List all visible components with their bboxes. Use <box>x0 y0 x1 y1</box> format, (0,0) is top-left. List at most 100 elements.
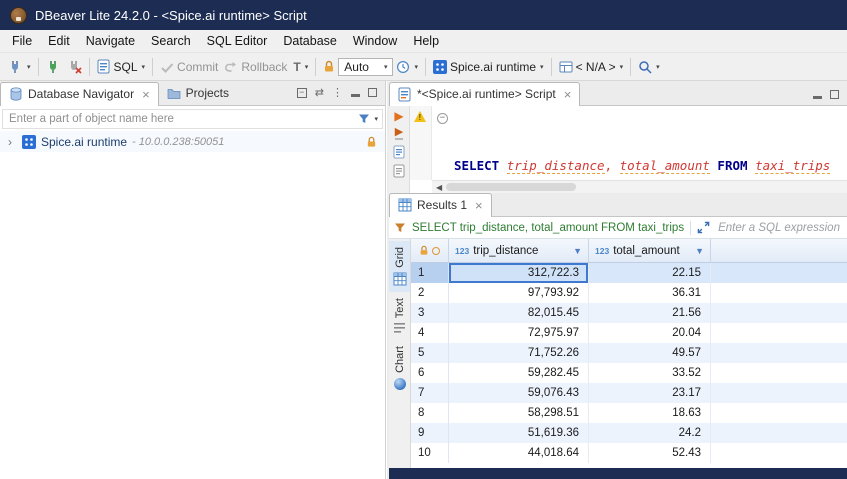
cell-total-amount[interactable]: 23.17 <box>589 383 711 403</box>
filter-funnel-icon[interactable] <box>358 113 370 125</box>
active-connection-selector[interactable]: Spice.ai runtime ▾ <box>430 58 547 76</box>
sort-icon[interactable]: ▼ <box>695 246 704 256</box>
cell-total-amount[interactable]: 21.56 <box>589 303 711 323</box>
row-number[interactable]: 2 <box>411 283 449 303</box>
tree-item-spiceai-runtime[interactable]: › Spice.ai runtime - 10.0.0.238:50051 <box>0 131 385 152</box>
cell-trip-distance[interactable]: 71,752.26 <box>449 343 589 363</box>
cell-total-amount[interactable]: 24.2 <box>589 423 711 443</box>
cell-trip-distance[interactable]: 72,975.97 <box>449 323 589 343</box>
tab-sql-script[interactable]: *<Spice.ai runtime> Script × <box>389 82 580 106</box>
table-row[interactable]: 5 71,752.26 49.57 <box>411 343 847 363</box>
cell-trip-distance[interactable]: 59,076.43 <box>449 383 589 403</box>
cell-trip-distance[interactable]: 82,015.45 <box>449 303 589 323</box>
commit-button[interactable]: Commit <box>157 58 221 76</box>
maximize-panel-icon[interactable] <box>368 88 377 97</box>
tab-grid[interactable]: Grid <box>389 241 410 292</box>
close-icon[interactable]: × <box>142 88 150 101</box>
menu-navigate[interactable]: Navigate <box>78 32 143 50</box>
scroll-left-icon[interactable]: ◀ <box>432 183 446 192</box>
menu-help[interactable]: Help <box>405 32 447 50</box>
tab-results-1[interactable]: Results 1 × <box>389 193 492 217</box>
cell-trip-distance[interactable]: 44,018.64 <box>449 443 589 463</box>
cell-trip-distance[interactable]: 312,722.3 <box>449 263 589 283</box>
table-row[interactable]: 2 97,793.92 36.31 <box>411 283 847 303</box>
row-number[interactable]: 3 <box>411 303 449 323</box>
cell-total-amount[interactable]: 33.52 <box>589 363 711 383</box>
chevron-right-icon[interactable]: › <box>8 135 17 149</box>
tab-text[interactable]: Text <box>389 292 410 340</box>
cell-trip-distance[interactable]: 58,298.51 <box>449 403 589 423</box>
script-output-button[interactable] <box>393 164 406 178</box>
table-row[interactable]: 1 312,722.3 22.15 <box>411 263 847 283</box>
filter-expression-input[interactable] <box>716 221 842 235</box>
table-row[interactable]: 9 51,619.36 24.2 <box>411 423 847 443</box>
menu-file[interactable]: File <box>4 32 40 50</box>
cell-total-amount[interactable]: 49.57 <box>589 343 711 363</box>
chevron-down-icon[interactable]: ▾ <box>374 115 378 123</box>
cell-trip-distance[interactable]: 97,793.92 <box>449 283 589 303</box>
rollback-button[interactable]: Rollback <box>221 58 290 76</box>
grid-corner-cell[interactable] <box>411 239 449 262</box>
row-number[interactable]: 9 <box>411 423 449 443</box>
minimize-panel-icon[interactable] <box>813 96 822 99</box>
active-schema-selector[interactable]: < N/A > ▾ <box>556 58 627 76</box>
connect-button[interactable] <box>43 57 64 76</box>
link-with-editor-icon[interactable]: ⇄ <box>315 86 324 99</box>
fold-collapse-icon[interactable]: − <box>437 113 448 124</box>
cell-total-amount[interactable]: 20.04 <box>589 323 711 343</box>
cell-total-amount[interactable]: 18.63 <box>589 403 711 423</box>
cell-total-amount[interactable]: 22.15 <box>589 263 711 283</box>
explain-plan-button[interactable] <box>393 145 406 159</box>
tab-chart[interactable]: Chart <box>389 340 410 397</box>
scrollbar-thumb[interactable] <box>446 183 576 191</box>
row-number[interactable]: 8 <box>411 403 449 423</box>
menu-window[interactable]: Window <box>345 32 405 50</box>
tab-database-navigator[interactable]: Database Navigator × <box>0 82 159 106</box>
row-number[interactable]: 10 <box>411 443 449 463</box>
navigator-filter-input[interactable] <box>7 112 355 126</box>
execute-statement-button[interactable]: ▶ <box>394 110 403 122</box>
table-row[interactable]: 4 72,975.97 20.04 <box>411 323 847 343</box>
row-number[interactable]: 4 <box>411 323 449 343</box>
row-number[interactable]: 1 <box>411 263 449 283</box>
editor-horizontal-scrollbar[interactable]: ◀ <box>432 180 847 193</box>
menu-sql-editor[interactable]: SQL Editor <box>199 32 276 50</box>
table-row[interactable]: 7 59,076.43 23.17 <box>411 383 847 403</box>
cell-total-amount[interactable]: 36.31 <box>589 283 711 303</box>
view-menu-icon[interactable]: ⋮ <box>332 86 343 99</box>
maximize-panel-icon[interactable] <box>830 90 839 99</box>
menu-edit[interactable]: Edit <box>40 32 78 50</box>
transaction-history-button[interactable]: ▾ <box>393 58 421 76</box>
auto-commit-select[interactable]: Auto ▾ <box>338 58 393 76</box>
table-row[interactable]: 3 82,015.45 21.56 <box>411 303 847 323</box>
new-connection-button[interactable]: ▾ <box>5 57 34 76</box>
search-button[interactable]: ▾ <box>635 58 663 76</box>
disconnect-button[interactable] <box>64 57 85 76</box>
close-icon[interactable]: × <box>564 88 572 101</box>
minimize-panel-icon[interactable] <box>351 94 360 97</box>
tab-projects[interactable]: Projects <box>159 81 237 105</box>
execute-script-button[interactable]: ▶ <box>395 127 403 140</box>
close-icon[interactable]: × <box>475 199 483 212</box>
expand-filter-icon[interactable] <box>697 221 710 234</box>
cell-total-amount[interactable]: 52.43 <box>589 443 711 463</box>
sql-editor-button[interactable]: SQL ▾ <box>94 57 149 76</box>
sql-code-area[interactable]: − SELECT trip_distance, total_amount FRO… <box>432 106 847 180</box>
column-header-trip-distance[interactable]: 123 trip_distance ▼ <box>449 239 589 262</box>
column-header-total-amount[interactable]: 123 total_amount ▼ <box>589 239 711 262</box>
table-row[interactable]: 6 59,282.45 33.52 <box>411 363 847 383</box>
cell-trip-distance[interactable]: 59,282.45 <box>449 363 589 383</box>
table-row[interactable]: 8 58,298.51 18.63 <box>411 403 847 423</box>
collapse-all-icon[interactable]: − <box>297 88 307 98</box>
connection-lock-button[interactable] <box>320 58 338 75</box>
transaction-mode-button[interactable]: T ▾ <box>290 58 311 76</box>
menu-search[interactable]: Search <box>143 32 199 50</box>
data-filter-icon[interactable] <box>394 222 406 234</box>
row-number[interactable]: 7 <box>411 383 449 403</box>
menu-database[interactable]: Database <box>275 32 345 50</box>
cell-trip-distance[interactable]: 51,619.36 <box>449 423 589 443</box>
table-row[interactable]: 10 44,018.64 52.43 <box>411 443 847 463</box>
row-number[interactable]: 6 <box>411 363 449 383</box>
sort-desc-icon[interactable]: ▼ <box>573 246 582 256</box>
row-number[interactable]: 5 <box>411 343 449 363</box>
